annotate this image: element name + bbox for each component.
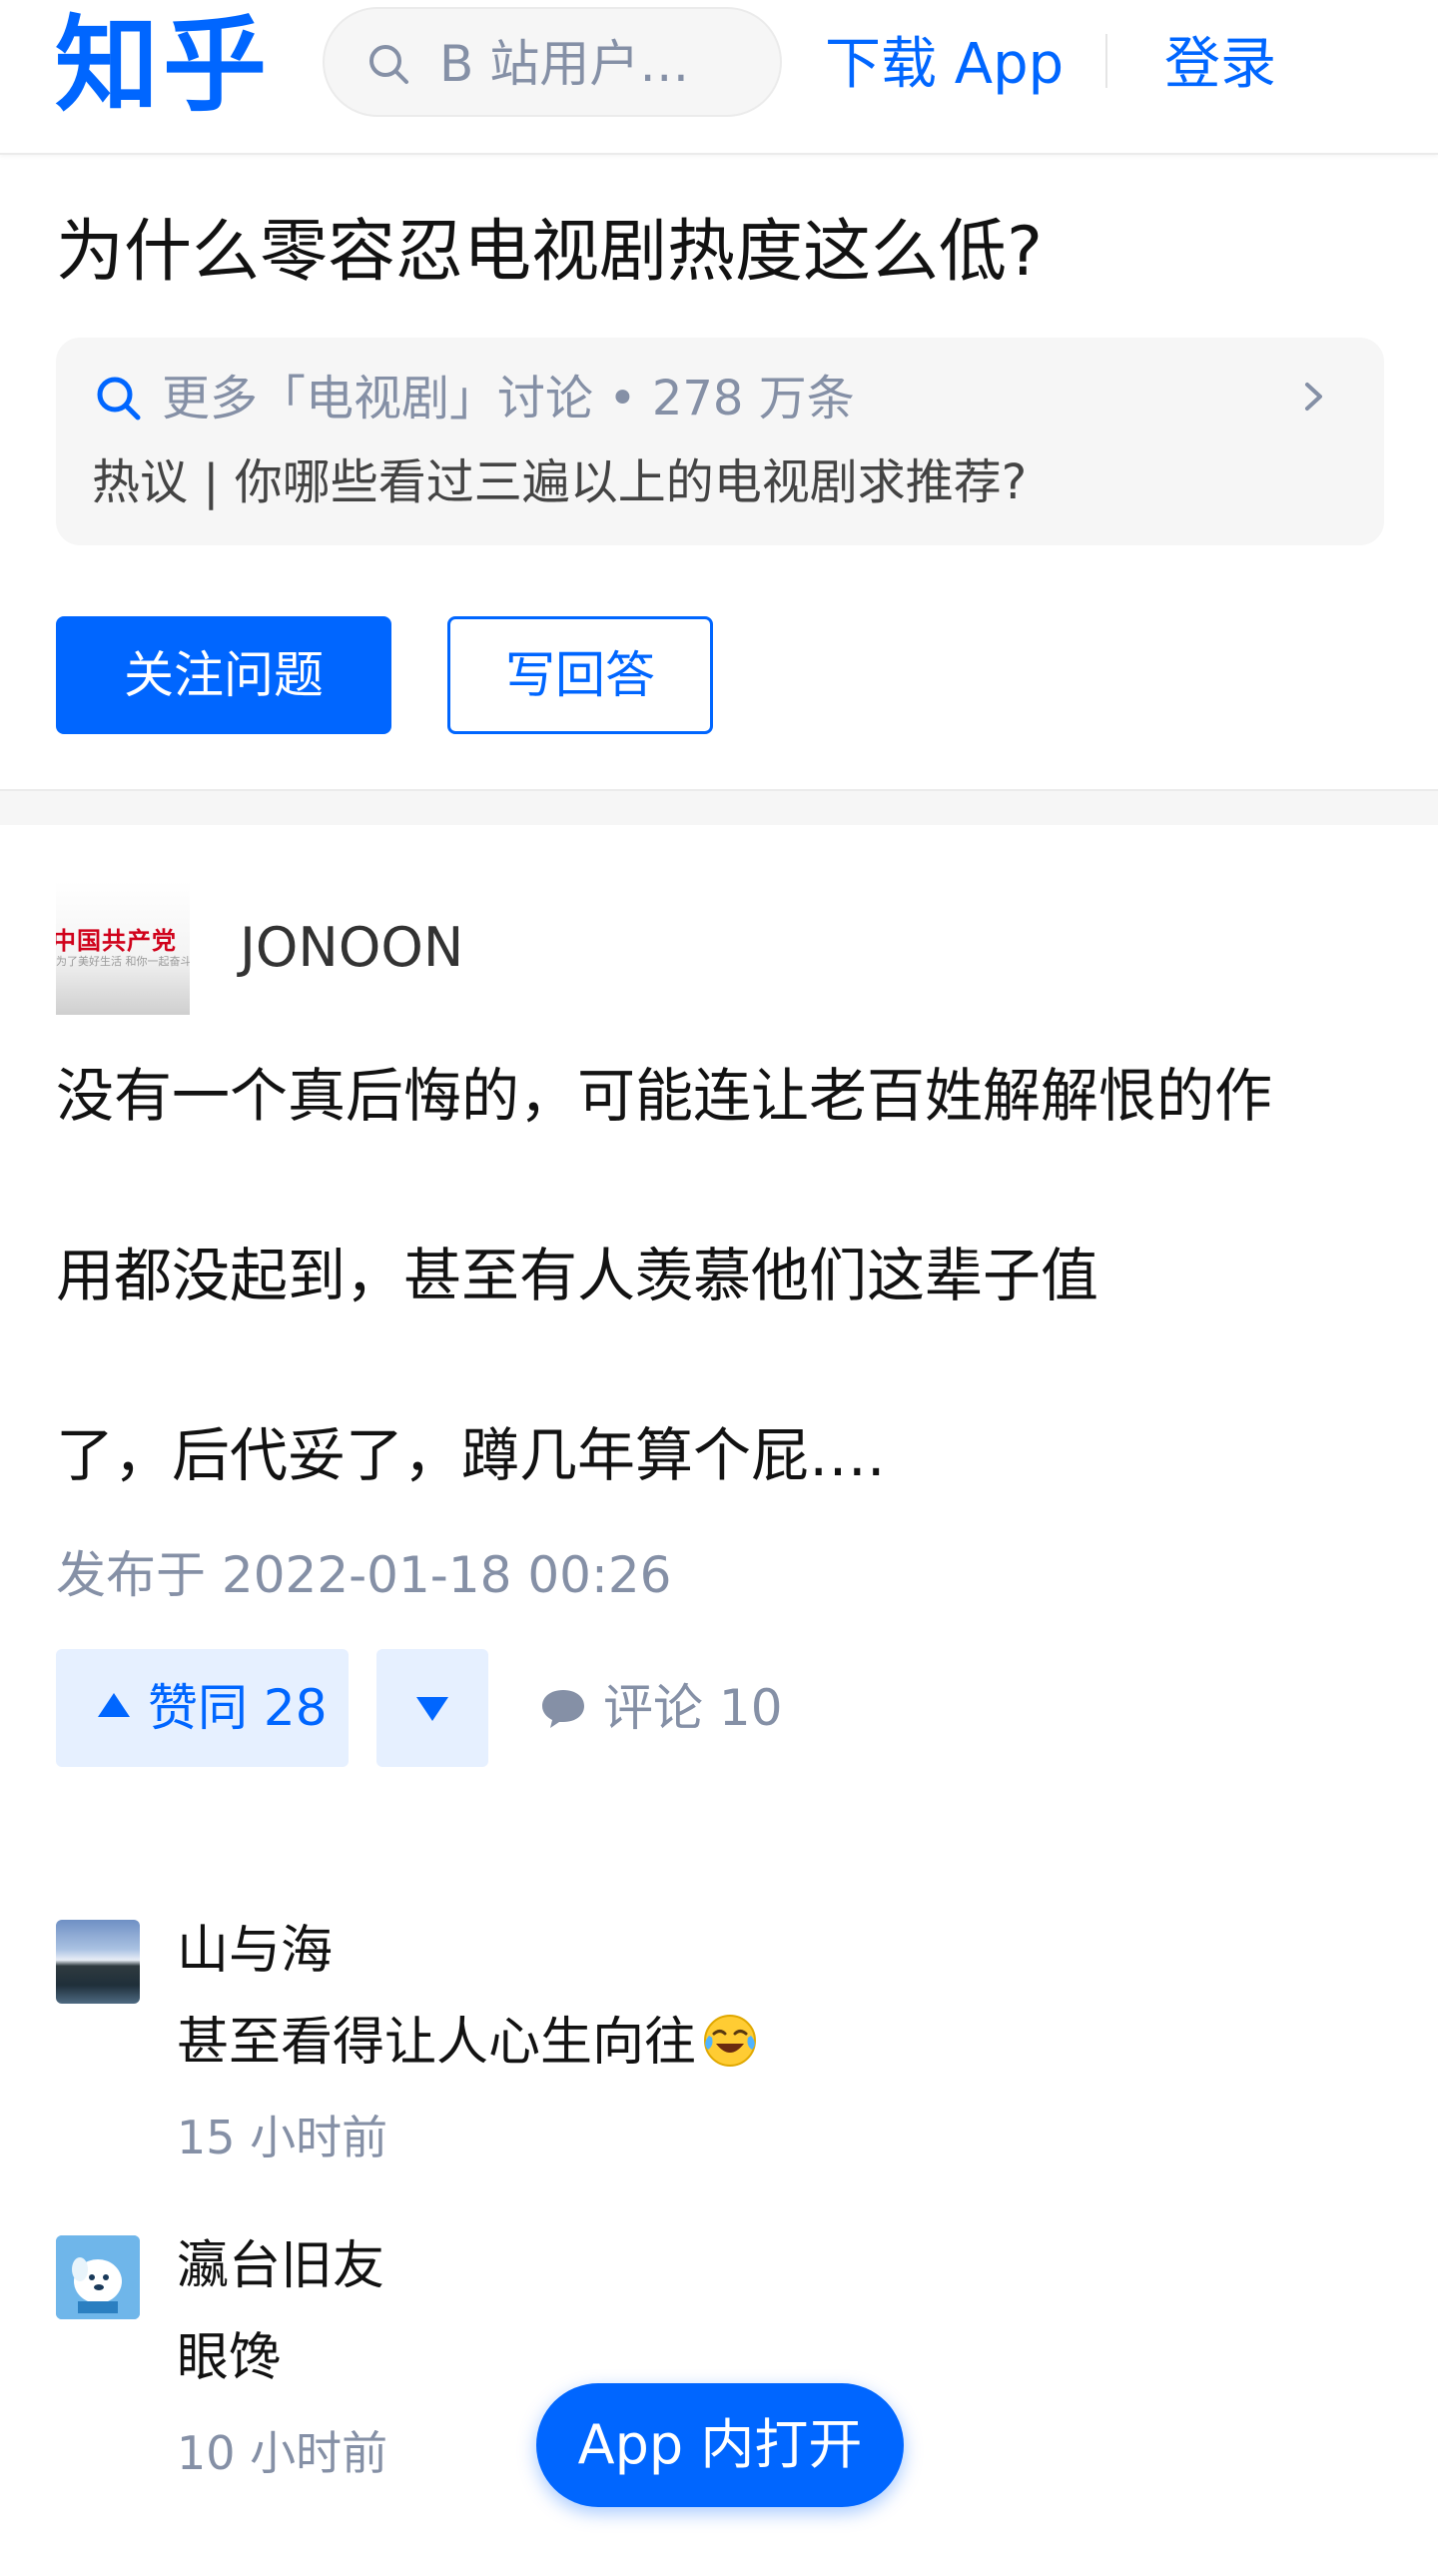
login-link[interactable]: 登录 bbox=[1164, 30, 1276, 100]
search-icon bbox=[369, 45, 408, 84]
laughing-crying-emoji-icon bbox=[704, 2015, 757, 2067]
topic-hot-text[interactable]: 热议 | 你哪些看过三遍以上的电视剧求推荐? bbox=[92, 451, 1027, 513]
topic-discussion-card[interactable]: 更多「电视剧」讨论 • 278 万条 热议 | 你哪些看过三遍以上的电视剧求推荐… bbox=[56, 338, 1384, 545]
comment-author[interactable]: 山与海 bbox=[177, 1918, 333, 1984]
author-avatar[interactable]: 中国共产党 为了美好生活 和你一起奋斗 bbox=[56, 881, 190, 1015]
dog-avatar-icon bbox=[56, 2235, 140, 2319]
comment-time: 10 小时前 bbox=[177, 2426, 388, 2480]
search-icon bbox=[97, 377, 141, 421]
avatar-subtext: 为了美好生活 和你一起奋斗 bbox=[56, 955, 190, 968]
avatar[interactable] bbox=[56, 2235, 140, 2319]
open-in-app-button[interactable]: App 内打开 bbox=[536, 2383, 904, 2507]
comment-text: 眼馋 bbox=[177, 2328, 282, 2388]
section-divider bbox=[0, 789, 1438, 825]
write-answer-button[interactable]: 写回答 bbox=[447, 616, 713, 734]
publish-time: 发布于 2022-01-18 00:26 bbox=[56, 1546, 672, 1604]
triangle-down-icon bbox=[416, 1697, 448, 1721]
comment-button[interactable]: 评论 10 bbox=[533, 1649, 793, 1767]
author-name[interactable]: JONOON bbox=[240, 913, 463, 983]
answer-text-line: 了，后代妥了，蹲几年算个屁…. bbox=[56, 1421, 886, 1489]
comment-bubble-icon bbox=[542, 1690, 584, 1728]
avatar-text: 中国共产党 bbox=[56, 927, 177, 955]
top-header: 知乎 B 站用户… 下载 App 登录 bbox=[0, 0, 1438, 155]
topic-more-text: 更多「电视剧」讨论 • 278 万条 bbox=[162, 371, 855, 427]
comment-text-content: 甚至看得让人心生向往 bbox=[177, 2013, 697, 2073]
comment-label: 评论 10 bbox=[603, 1679, 783, 1737]
download-app-link[interactable]: 下载 App bbox=[825, 30, 1064, 100]
comment-author[interactable]: 瀛台旧友 bbox=[177, 2233, 384, 2299]
upvote-button[interactable]: 赞同 28 bbox=[56, 1649, 349, 1767]
header-divider bbox=[1105, 34, 1107, 88]
question-title[interactable]: 为什么零容忍电视剧热度这么低? bbox=[56, 210, 1043, 296]
chevron-right-icon bbox=[1305, 383, 1322, 411]
triangle-up-icon bbox=[98, 1693, 130, 1717]
answer-text-line: 没有一个真后悔的，可能连让老百姓解解恨的作 bbox=[56, 1062, 1273, 1130]
zhihu-logo[interactable]: 知乎 bbox=[55, 5, 271, 125]
downvote-button[interactable] bbox=[376, 1649, 488, 1767]
comment-time: 15 小时前 bbox=[177, 2111, 388, 2164]
search-placeholder: B 站用户… bbox=[439, 35, 690, 93]
search-input[interactable]: B 站用户… bbox=[323, 7, 782, 117]
avatar[interactable] bbox=[56, 1920, 140, 2004]
upvote-label: 赞同 28 bbox=[148, 1679, 328, 1737]
answer-text-line: 用都没起到，甚至有人羡慕他们这辈子值 bbox=[56, 1242, 1099, 1309]
comment-text: 甚至看得让人心生向往 bbox=[177, 2010, 760, 2076]
follow-question-button[interactable]: 关注问题 bbox=[56, 616, 391, 734]
